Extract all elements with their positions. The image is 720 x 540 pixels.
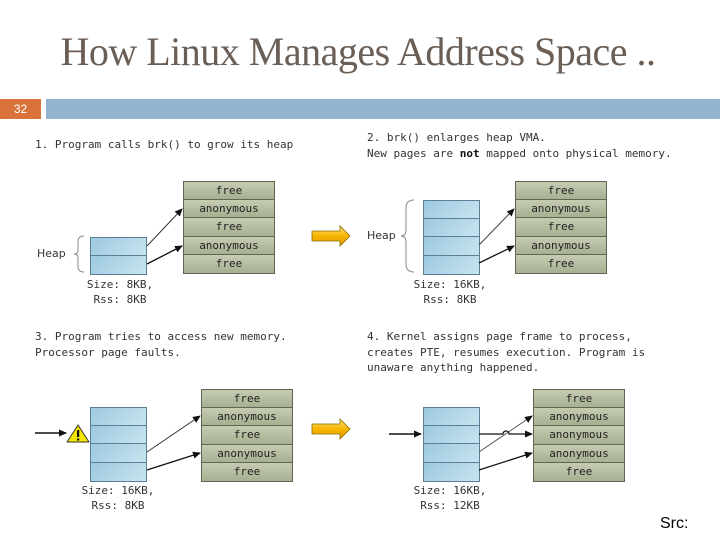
header-rule: [46, 99, 720, 119]
heap-vma: [90, 407, 147, 482]
mapping-arrow: [478, 208, 515, 246]
physical-page: free: [202, 390, 292, 409]
physical-page: anonymous: [534, 444, 624, 463]
physical-page: free: [202, 462, 292, 481]
physical-page: anonymous: [184, 236, 274, 255]
heap-page: [424, 201, 479, 220]
transition-arrow-icon: [311, 418, 351, 440]
heap-page: [424, 408, 479, 427]
source-label: Src:: [660, 515, 689, 532]
size-label: Size: 16KB,: [81, 484, 155, 497]
heap-vma: [423, 407, 480, 482]
physical-page: anonymous: [184, 200, 274, 219]
physical-memory: free anonymous anonymous anonymous free: [533, 389, 625, 482]
heap-brace: [400, 199, 415, 273]
heap-page: [91, 462, 146, 481]
heap-page: [424, 462, 479, 481]
physical-page: free: [184, 218, 274, 237]
warning-icon: [66, 424, 90, 443]
physical-memory: free anonymous free anonymous free: [515, 181, 607, 274]
physical-page: free: [184, 254, 274, 273]
physical-page: anonymous: [516, 200, 606, 219]
step-3-caption: 3. Program tries to access new memory. P…: [35, 330, 287, 359]
transition-arrow-icon: [311, 225, 351, 247]
physical-page: anonymous: [202, 444, 292, 463]
physical-page: free: [516, 182, 606, 201]
step-2-caption: 2. brk() enlarges heap VMA. New pages ar…: [367, 131, 672, 160]
new-pte-arrow: [479, 430, 533, 438]
mapping-arrow: [146, 208, 183, 247]
heap-page: [91, 238, 146, 257]
physical-page: free: [516, 218, 606, 237]
physical-page: anonymous: [534, 426, 624, 445]
heap-vma: [423, 200, 480, 275]
mapping-arrow: [146, 245, 183, 265]
heap-label: Heap: [37, 247, 66, 260]
physical-page: anonymous: [516, 236, 606, 255]
heap-page: [424, 444, 479, 463]
heap-vma: [90, 237, 147, 276]
mapping-arrow: [478, 245, 515, 264]
heap-page: [424, 255, 479, 274]
mapping-arrow: [146, 451, 201, 471]
physical-page: free: [516, 254, 606, 273]
rss-label: Rss: 8KB: [91, 499, 145, 512]
heap-page: [424, 219, 479, 238]
physical-page: free: [534, 462, 624, 481]
step-4-caption: 4. Kernel assigns page frame to process,…: [367, 330, 646, 374]
heap-page: [91, 256, 146, 275]
heap-brace: [73, 235, 85, 273]
mapping-arrow: [478, 451, 533, 471]
heap-page: [91, 426, 146, 445]
physical-page: free: [202, 426, 292, 445]
rss-label: Rss: 8KB: [93, 293, 147, 306]
heap-label: Heap: [367, 229, 396, 242]
heap-page: [424, 426, 479, 445]
size-label: Size: 16KB,: [413, 278, 487, 291]
mapping-arrow: [146, 415, 201, 453]
mapping-arrow: [478, 415, 533, 453]
physical-memory: free anonymous free anonymous free: [201, 389, 293, 482]
physical-page: free: [184, 182, 274, 201]
heap-page: [91, 408, 146, 427]
heap-page: [91, 444, 146, 463]
size-label: Size: 16KB,: [413, 484, 487, 497]
slide-number: 32: [0, 99, 41, 119]
rss-label: Rss: 12KB: [420, 499, 480, 512]
size-label: Size: 8KB,: [86, 278, 154, 291]
physical-page: anonymous: [202, 408, 292, 427]
rss-label: Rss: 8KB: [423, 293, 477, 306]
slide-title: How Linux Manages Address Space ..: [60, 29, 656, 74]
physical-memory: free anonymous free anonymous free: [183, 181, 275, 274]
step-1-caption: 1. Program calls brk() to grow its heap: [35, 138, 294, 151]
heap-page: [424, 237, 479, 256]
emphasis-not: not: [459, 146, 480, 160]
physical-page: free: [534, 390, 624, 409]
physical-page: anonymous: [534, 408, 624, 427]
